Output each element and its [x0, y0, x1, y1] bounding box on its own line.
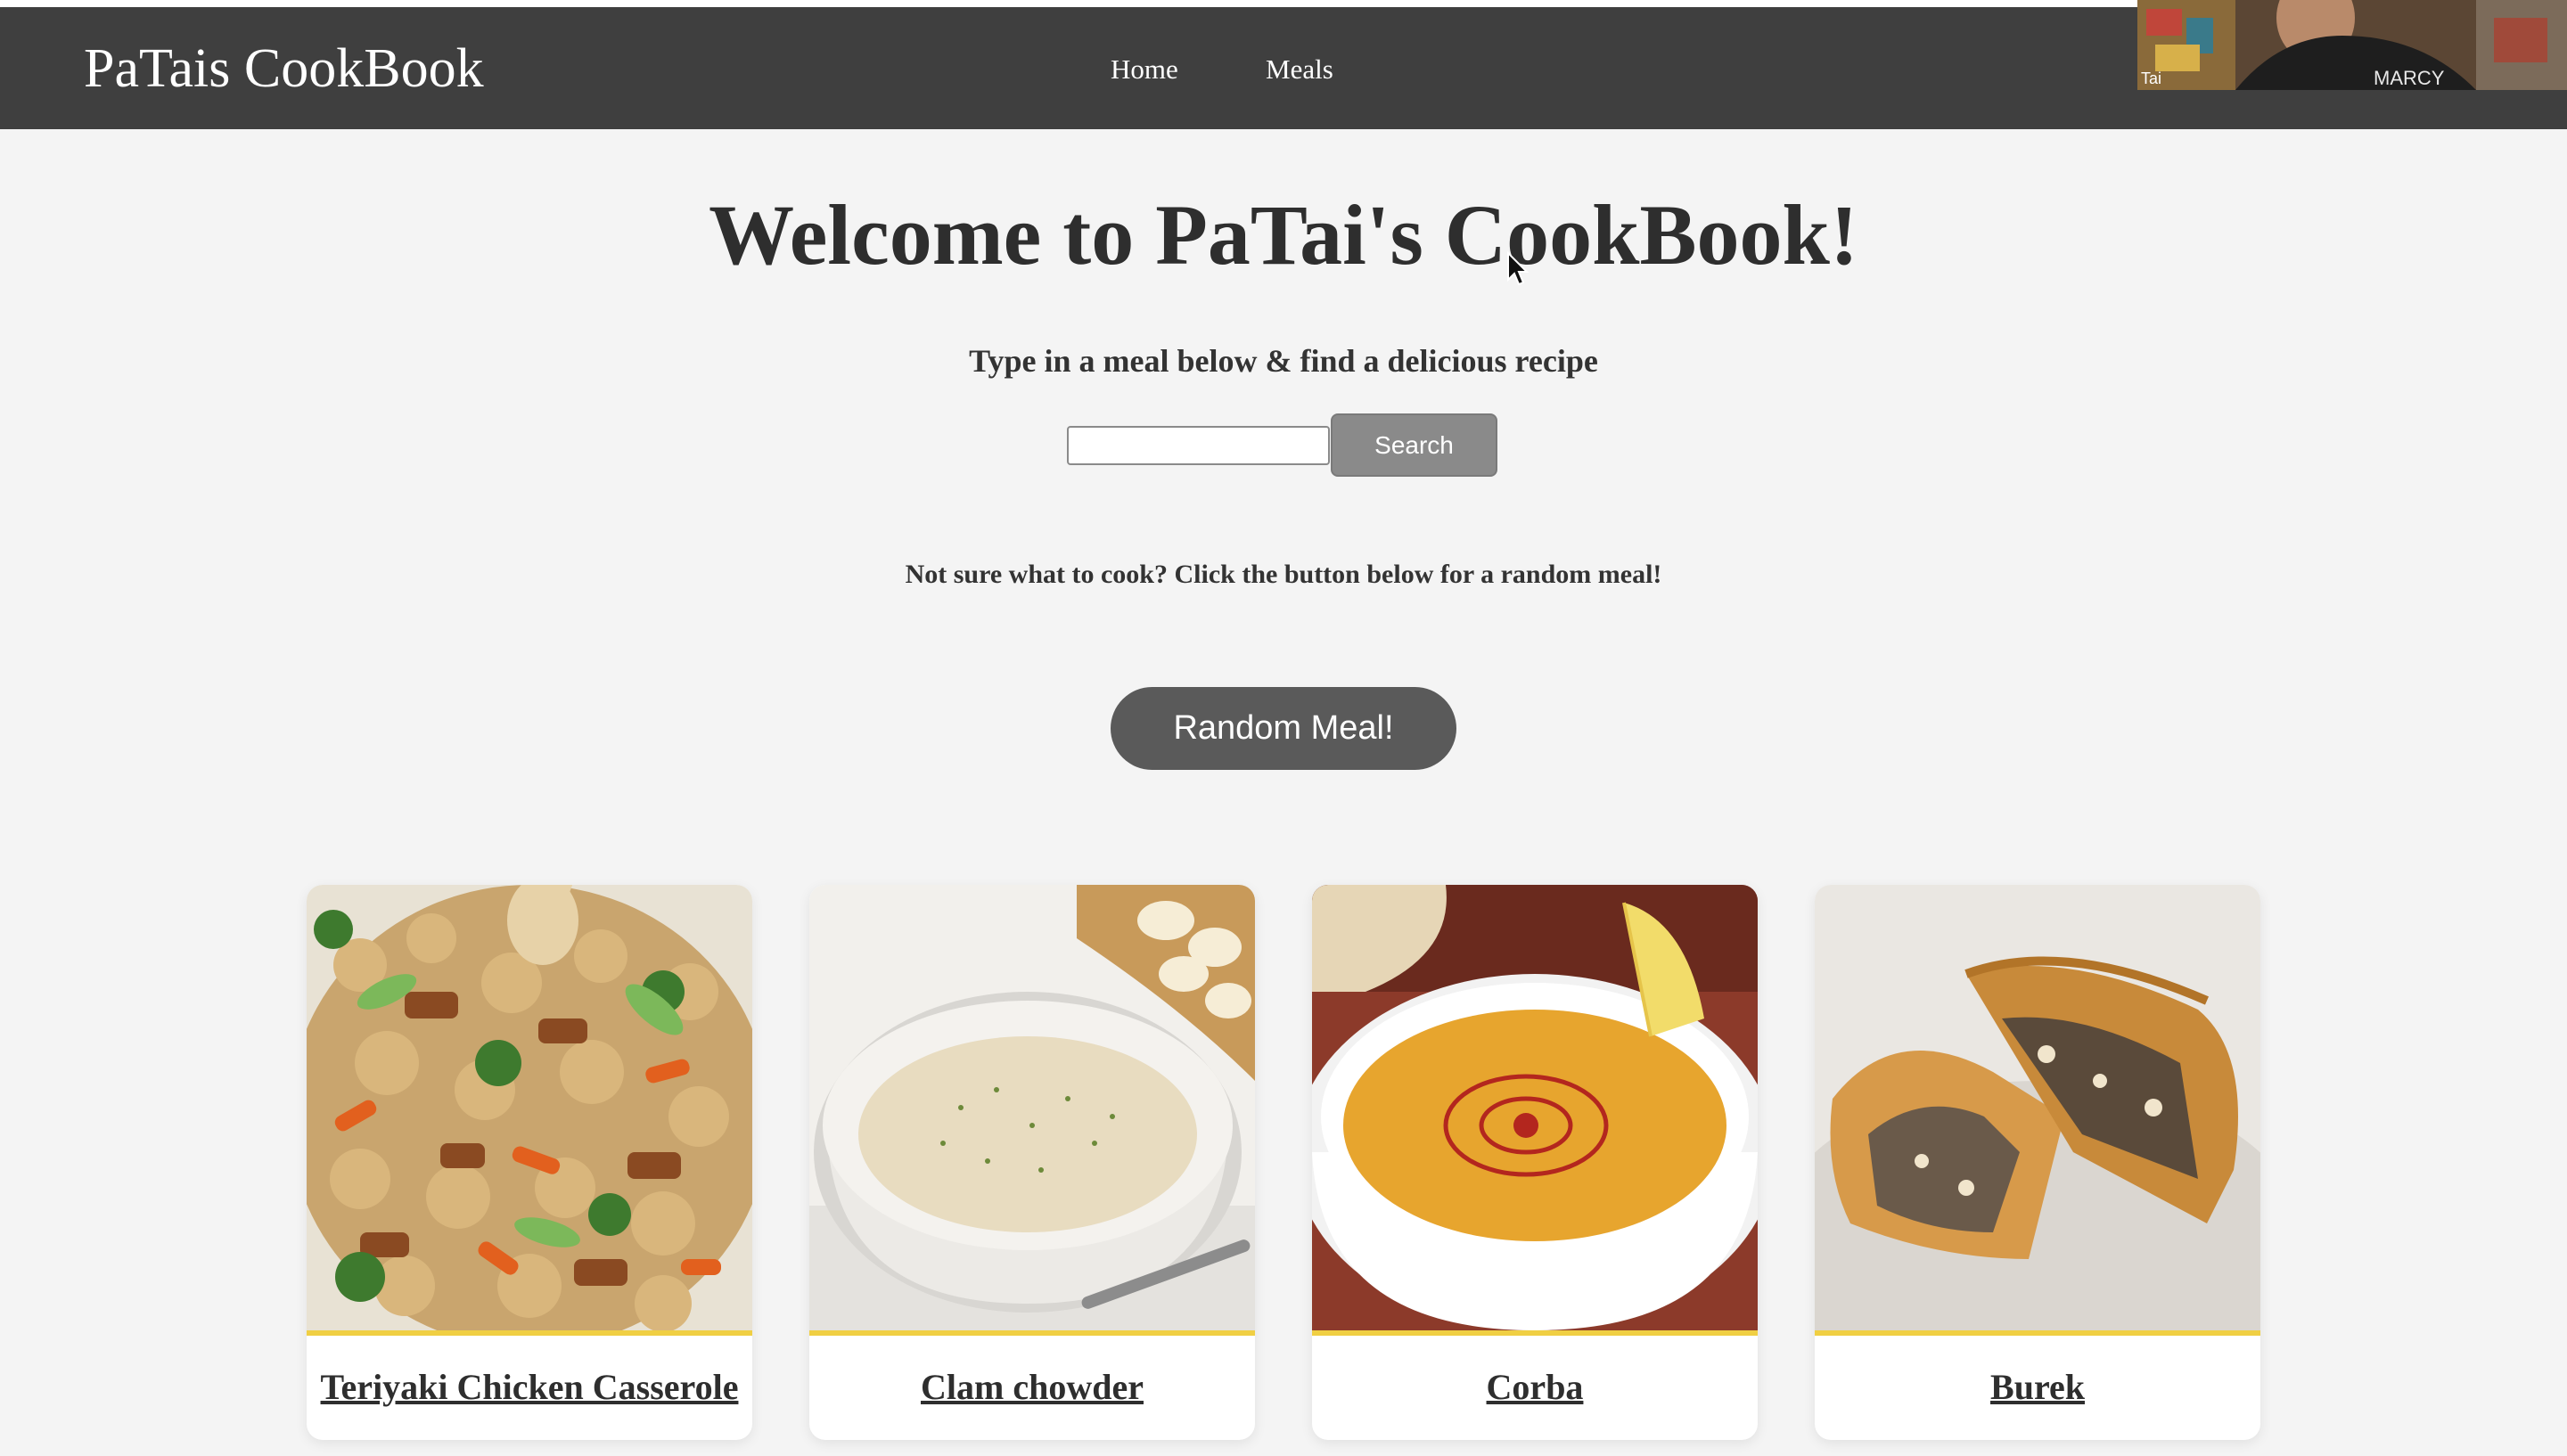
clam-chowder-photo[interactable]	[809, 885, 1255, 1330]
random-meal-prompt: Not sure what to cook? Click the button …	[905, 560, 1662, 589]
meal-card[interactable]: Corba	[1312, 885, 1758, 1440]
meal-card[interactable]: Burek	[1815, 885, 2260, 1440]
search-instructions: Type in a meal below & find a delicious …	[969, 343, 1598, 379]
burek-photo[interactable]	[1815, 885, 2260, 1330]
search-input[interactable]	[1067, 426, 1330, 465]
corba-photo[interactable]	[1312, 885, 1758, 1330]
random-meal-button[interactable]: Random Meal!	[1111, 687, 1456, 770]
nav-link-meals[interactable]: Meals	[1266, 53, 1333, 86]
meal-title[interactable]: Teriyaki Chicken Casserole	[307, 1366, 752, 1408]
mouse-cursor-icon	[1507, 251, 1530, 286]
card-accent-stripe	[1312, 1330, 1758, 1336]
card-accent-stripe	[809, 1330, 1255, 1336]
webcam-feed: MARCY	[2137, 0, 2567, 90]
teriyaki-chicken-casserole-photo[interactable]	[307, 885, 752, 1330]
search-button[interactable]: Search	[1331, 413, 1497, 477]
brand-logo[interactable]: PaTais CookBook	[84, 37, 484, 101]
card-accent-stripe	[307, 1330, 752, 1336]
meal-card[interactable]: Clam chowder	[809, 885, 1255, 1440]
webcam-overlay: MARCY Tai	[2137, 0, 2567, 90]
meal-title[interactable]: Clam chowder	[809, 1366, 1255, 1408]
svg-text:MARCY: MARCY	[2374, 67, 2445, 89]
card-accent-stripe	[1815, 1330, 2260, 1336]
meal-card[interactable]: Teriyaki Chicken Casserole	[307, 885, 752, 1440]
meal-title[interactable]: Corba	[1312, 1366, 1758, 1408]
webcam-name-label: Tai	[2141, 70, 2162, 87]
meal-title[interactable]: Burek	[1815, 1366, 2260, 1408]
page-title: Welcome to PaTai's CookBook!	[709, 187, 1858, 282]
nav-link-home[interactable]: Home	[1111, 53, 1178, 86]
